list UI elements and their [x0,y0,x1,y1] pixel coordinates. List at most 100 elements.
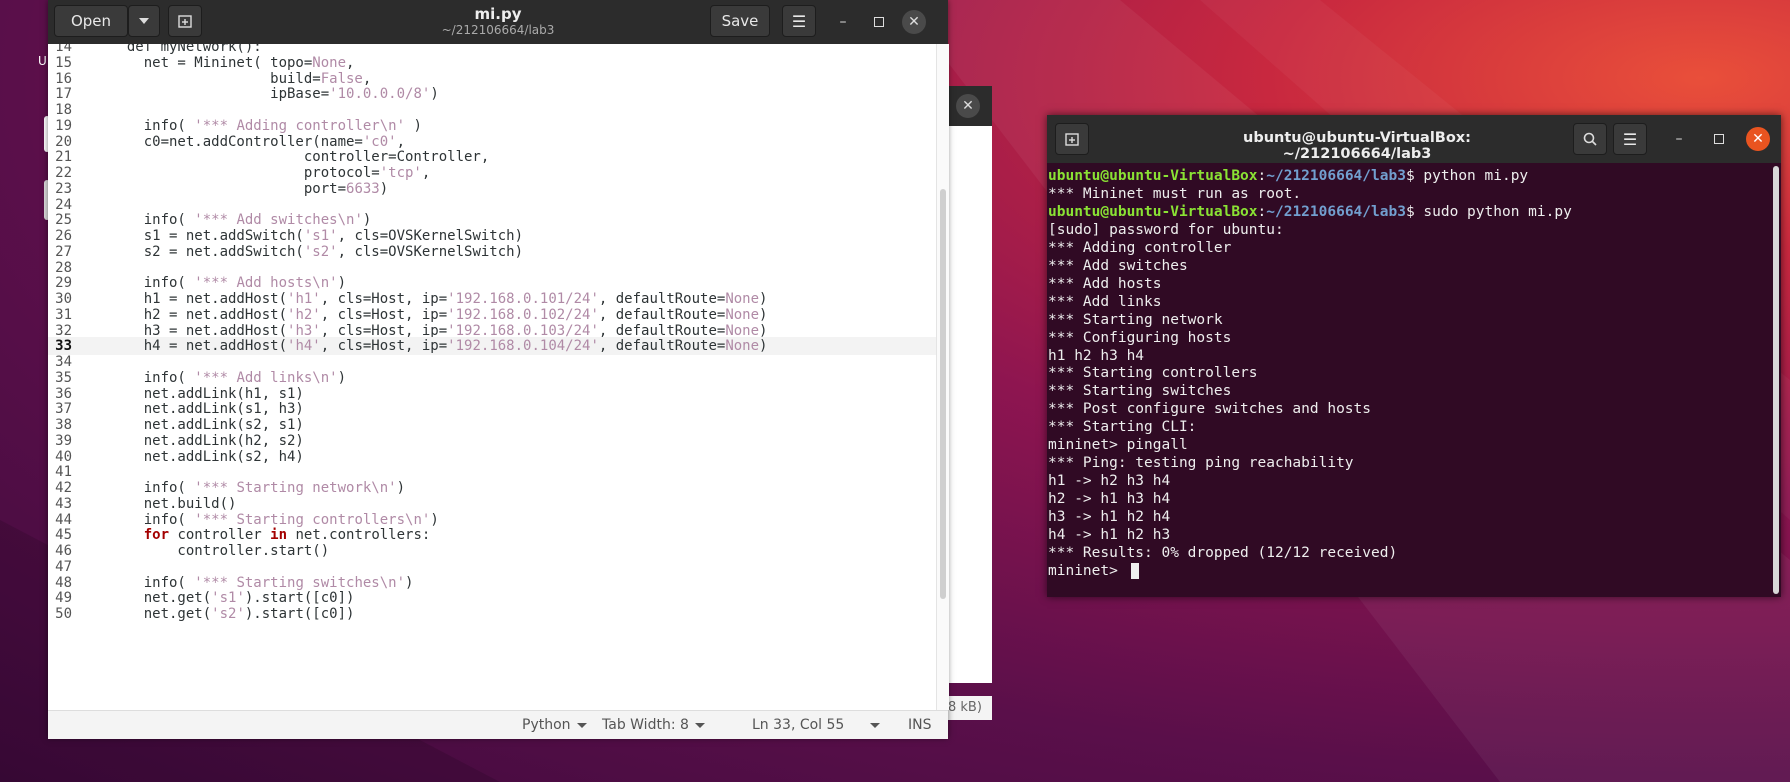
new-tab-icon [1065,133,1079,146]
terminal-line: ubuntu@ubuntu-VirtualBox:~/212106664/lab… [1048,203,1572,221]
code-token: 'h1' [287,291,321,307]
prompt-path: ~/212106664/lab3 [1266,203,1406,220]
maximize-icon[interactable] [867,10,891,34]
search-icon [1583,132,1597,146]
output-text: *** Starting network [1048,311,1223,328]
code-token: , cls=Host, ip= [320,338,448,355]
tab-width-label: Tab Width: 8 [602,717,689,733]
code-token: ) [430,86,439,103]
cursor-position-selector[interactable]: Ln 33, Col 55 [752,717,844,733]
new-tab-button[interactable] [1055,123,1089,155]
code-token: ) [759,322,768,339]
desktop-left-edge: U [0,40,50,740]
code-token: None [725,338,760,355]
code-line[interactable]: 50 net.get('s2').start([c0]) [48,605,936,623]
hamburger-icon: ☰ [1622,129,1638,149]
code-token: h3 = net.addHost( [110,322,288,339]
terminal-line: h4 -> h1 h2 h3 [1048,526,1170,544]
hamburger-icon: ☰ [791,11,807,31]
close-icon[interactable]: ✕ [902,10,926,34]
minimize-icon[interactable]: – [831,10,855,34]
hamburger-menu-button[interactable]: ☰ [782,5,816,37]
code-token: ipBase= [110,86,330,103]
hamburger-menu-button[interactable]: ☰ [1613,123,1647,155]
background-dialog: ✕ 8 kB) [944,86,992,720]
code-token: ) [430,511,439,528]
code-token: port= [110,180,347,197]
code-token: net.addLink(h2, s2) [110,432,304,449]
save-button-label: Save [721,12,759,30]
scrollbar-thumb[interactable] [940,189,946,599]
code-token: build= [110,70,321,87]
code-token: info( [110,369,195,386]
code-token: info( [110,117,195,134]
code-token: s1 = net.addSwitch( [110,228,304,244]
desktop-fragment-text: U [38,54,47,68]
output-text: h4 -> h1 h2 h3 [1048,527,1171,543]
code-token: controller.start() [110,543,330,559]
output-text: *** Configuring hosts [1048,329,1232,346]
terminal-line: *** Mininet must run as root. [1048,185,1301,203]
code-token: ) [759,338,768,355]
code-token: '*** Starting controllers\n' [194,511,431,528]
terminal-line: mininet> [1048,562,1139,580]
terminal-line: *** Add links [1048,293,1162,311]
output-text: *** Starting controllers [1048,365,1258,382]
output-text: h2 -> h1 h3 h4 [1048,491,1171,508]
code-token: '*** Add links\n' [194,369,338,386]
code-token: info( [110,511,195,528]
prompt-user: ubuntu@ubuntu-VirtualBox [1048,168,1258,184]
minimize-icon[interactable]: – [1667,127,1691,151]
code-token: '192.168.0.101/24' [447,291,599,307]
code-token: '*** Starting network\n' [194,480,397,496]
code-token: ) [379,180,389,197]
output-text: [sudo] password for ubuntu: [1048,221,1284,238]
code-token: 6633 [346,180,380,197]
output-text: *** Results: 0% dropped (12/12 received) [1048,544,1398,561]
code-token: '192.168.0.102/24' [447,306,599,323]
terminal-line: *** Results: 0% dropped (12/12 received) [1048,544,1397,562]
code-token: net.build() [110,495,237,512]
line-number: 50 [55,606,72,622]
terminal-line: *** Starting network [1048,311,1223,329]
code-token: net.addLink(s1, h3) [110,401,304,418]
maximize-icon[interactable] [1707,127,1731,151]
code-token: net.addLink(h1, s1) [110,385,304,402]
output-text: *** Add hosts [1048,275,1162,292]
close-icon[interactable]: ✕ [1746,127,1770,151]
code-editor[interactable]: 14 def myNetwork(): 15 net = Mininet( top… [48,44,936,710]
code-token: , cls=Host, ip= [320,291,448,307]
code-token: controller=Controller, [110,149,490,166]
code-token: 's2' [211,606,245,622]
output-text: *** Post configure switches and hosts [1048,401,1372,418]
output-text: mininet> [1048,562,1127,579]
code-token: False [320,70,363,87]
code-token: , [421,165,431,181]
code-token: ) [759,306,768,323]
terminal-line: *** Configuring hosts [1048,329,1231,347]
cursor-position-label: Ln 33, Col 55 [752,717,845,733]
code-token: net.get( [110,590,212,607]
code-token: , cls=Host, ip= [320,306,448,323]
save-button[interactable]: Save [710,5,770,37]
prompt-command: $ python mi.py [1405,168,1529,184]
terminal-scrollbar[interactable] [1773,166,1779,594]
prompt-path: ~/212106664/lab3 [1266,168,1406,184]
code-token: '192.168.0.104/24' [447,338,599,355]
vertical-scrollbar[interactable] [936,44,949,710]
language-selector[interactable]: Python [522,717,587,733]
output-text: h3 -> h1 h2 h4 [1048,509,1171,526]
chevron-down-icon[interactable] [870,723,880,728]
close-icon[interactable]: ✕ [956,94,980,118]
search-button[interactable] [1573,123,1607,155]
tab-width-selector[interactable]: Tab Width: 8 [602,717,705,733]
terminal-output[interactable]: ubuntu@ubuntu-VirtualBox:~/212106664/lab… [1047,163,1769,597]
terminal-window: ubuntu@ubuntu-VirtualBox: ~/212106664/la… [1047,115,1781,597]
code-token: '*** Add switches\n' [194,212,363,229]
code-token: info( [110,480,195,496]
terminal-line: mininet> pingall [1048,436,1188,454]
terminal-line: *** Post configure switches and hosts [1048,400,1371,418]
code-token: 's1' [211,590,245,607]
gedit-window: Open mi.py ~/212106664/lab3 Save ☰ – ✕ 1… [48,0,949,739]
chevron-down-icon [694,722,705,728]
